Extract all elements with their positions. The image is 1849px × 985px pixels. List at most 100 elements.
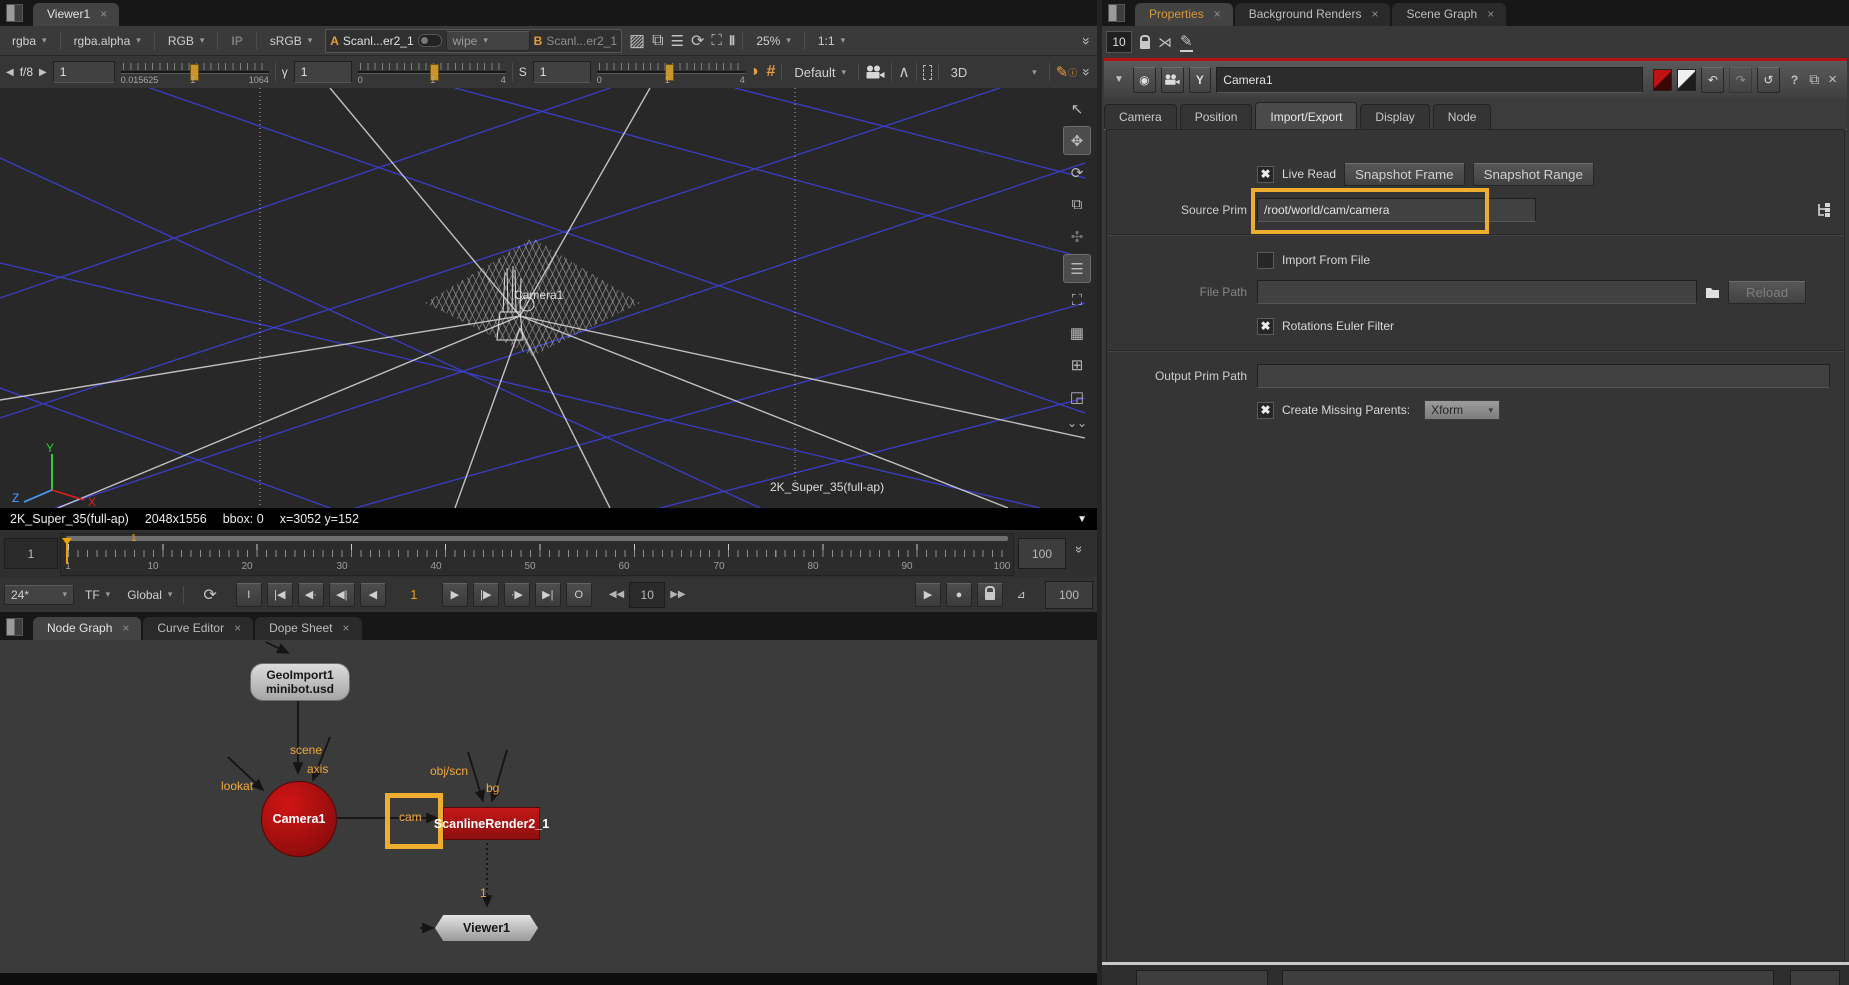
view-mode-dropdown[interactable]: 3D▾ [945, 63, 1043, 82]
panel-layout-icon[interactable] [6, 4, 23, 22]
play-button[interactable]: ▶ [442, 583, 468, 607]
xform-dropdown[interactable]: Xform ▾ [1424, 400, 1500, 420]
layer-dropdown[interactable]: rgba.alpha▾ [68, 32, 147, 50]
node-graph-canvas[interactable]: GeoImport1 minibot.usd scene axis lookat… [0, 640, 1097, 973]
translate-tool-icon[interactable]: ✥ [1063, 126, 1091, 155]
goto-start-button[interactable]: |◀ [267, 583, 293, 607]
fstop-label[interactable]: f/8 [20, 65, 33, 79]
node-name-field[interactable] [1216, 67, 1643, 93]
tab-dope-sheet[interactable]: Dope Sheet× [255, 617, 361, 640]
input-a-value[interactable]: Scanl...er2_1 [343, 34, 414, 48]
camera-icon[interactable] [865, 65, 885, 80]
step-forward-button[interactable]: |▶ [473, 583, 499, 607]
float-panel-icon[interactable]: ⧉ [1809, 71, 1819, 88]
frame-all-icon[interactable]: ⊞ [1063, 350, 1091, 379]
tab-close-icon[interactable]: × [100, 7, 107, 21]
flipbook-play-button[interactable]: ▶ [915, 583, 941, 607]
range-start-field[interactable]: 1 [4, 538, 58, 569]
jump-forward-icon[interactable]: ▶▶ [670, 589, 685, 600]
snapshot-frame-button[interactable]: Snapshot Frame [1344, 163, 1465, 186]
wireframe-grid-icon[interactable]: # [766, 63, 775, 81]
gain-input[interactable] [53, 61, 115, 83]
flipbook-record-button[interactable]: ● [946, 583, 972, 607]
viewer-lut-dropdown[interactable]: Default▾ [788, 63, 852, 82]
layout-grid-icon[interactable]: ▦ [1063, 318, 1091, 347]
viewer-3d-viewport[interactable]: Camera1 2K_Super_35(full-ap) Y X Z ↖ ✥ ⟳… [0, 88, 1097, 508]
wipe-dropdown[interactable]: wipe▾ [446, 31, 530, 51]
redo-button[interactable]: ↷ [1729, 67, 1752, 93]
display-channel-dropdown[interactable]: RGB▾ [162, 32, 211, 50]
zoom-level-dropdown[interactable]: 25%▾ [750, 32, 797, 50]
tab-background-renders[interactable]: Background Renders× [1235, 3, 1391, 26]
tab-position[interactable]: Position [1180, 104, 1253, 129]
timeline-chevron-icon[interactable]: » [1072, 546, 1087, 553]
timeline-scrollbar[interactable] [66, 536, 1008, 541]
proxy-toggle-icon[interactable]: ▨ [629, 31, 645, 51]
next-fstop-icon[interactable]: ▶ [39, 67, 47, 78]
panel-layout-icon[interactable] [1108, 4, 1125, 22]
saturation-slider[interactable]: 0 1 4 [597, 59, 745, 85]
grid-select-icon[interactable]: ◲ [1063, 382, 1091, 411]
sliders-tool-icon[interactable]: ☰ [1063, 254, 1091, 283]
frame-viewer-icon[interactable]: ⛶ [711, 32, 722, 49]
tab-scene-graph[interactable]: Scene Graph× [1392, 3, 1506, 26]
tf-dropdown[interactable]: TF▾ [79, 586, 116, 604]
pixel-aspect-dropdown[interactable]: 1:1▾ [812, 32, 851, 50]
current-frame[interactable]: 1 [391, 587, 437, 602]
tab-node[interactable]: Node [1433, 104, 1492, 129]
range-mode-dropdown[interactable]: Global▾ [121, 586, 178, 604]
gamma-input[interactable] [294, 61, 352, 83]
import-from-file-checkbox[interactable] [1257, 252, 1274, 269]
tab-close-icon[interactable]: × [343, 621, 350, 635]
tab-close-icon[interactable]: × [1487, 7, 1494, 21]
lock-range-button[interactable] [977, 583, 1003, 607]
tab-display[interactable]: Display [1360, 104, 1429, 129]
close-panel-icon[interactable]: × [1828, 71, 1837, 88]
gamma-slider[interactable]: 0 1 4 [358, 59, 506, 85]
tab-properties[interactable]: Properties× [1135, 3, 1233, 26]
step-back-button[interactable]: ◀| [329, 583, 355, 607]
rotations-checkbox[interactable]: ✖ [1257, 318, 1274, 335]
next-keyframe-button[interactable]: ·▶ [504, 583, 530, 607]
tab-close-icon[interactable]: × [234, 621, 241, 635]
collapse-panel-icon[interactable]: ▼ [1114, 74, 1124, 85]
play-backward-button[interactable]: ◀ [360, 583, 386, 607]
saturation-input[interactable] [533, 61, 591, 83]
tab-curve-editor[interactable]: Curve Editor× [143, 617, 253, 640]
output-prim-input[interactable] [1257, 364, 1830, 388]
range-end-field[interactable]: 100 [1018, 538, 1066, 569]
center-view-button[interactable]: ◉ [1133, 67, 1156, 93]
tab-viewer1[interactable]: Viewer1 × [33, 3, 119, 26]
node-color-swatch[interactable] [1653, 69, 1672, 91]
controls-button[interactable]: Y [1189, 67, 1212, 93]
gl-color-swatch[interactable] [1677, 69, 1696, 91]
tab-import-export[interactable]: Import/Export [1255, 102, 1357, 129]
input-process-toggle[interactable]: IP [225, 32, 248, 50]
headlamp-icon[interactable]: ◗ [751, 63, 761, 81]
tab-close-icon[interactable]: × [1371, 7, 1378, 21]
viewer-colorspace-dropdown[interactable]: sRGB▾ [264, 32, 319, 50]
refresh-icon[interactable]: ⟳ [691, 31, 704, 51]
max-panels-field[interactable]: 10 [1106, 31, 1132, 53]
playback-end-field[interactable]: 100 [1045, 581, 1093, 609]
tab-camera[interactable]: Camera [1104, 104, 1177, 129]
jump-back-icon[interactable]: ◀◀ [609, 589, 624, 600]
clear-panels-icon[interactable]: ⋊ [1158, 34, 1172, 51]
pause-icon[interactable]: Ⅱ [729, 33, 735, 49]
frame-increment-field[interactable]: 10 [629, 582, 665, 608]
goto-end-button[interactable]: ▶| [535, 583, 561, 607]
source-prim-input[interactable] [1257, 198, 1536, 222]
snapshot-range-button[interactable]: Snapshot Range [1473, 163, 1594, 186]
set-out-button[interactable]: O [566, 583, 592, 607]
selection-mode-icon[interactable] [923, 65, 932, 80]
tab-close-icon[interactable]: × [1214, 7, 1221, 21]
channels-dropdown[interactable]: rgba▾ [6, 32, 53, 50]
info-bar-dropdown-icon[interactable]: ▼ [1077, 514, 1087, 525]
collapse-toolbar-icon[interactable]: ⌄⌄ [1063, 414, 1091, 432]
color-sample-icon[interactable]: ✎ⓘ [1056, 63, 1078, 81]
fit-selection-icon[interactable]: ⛶ [1063, 286, 1091, 315]
undo-button[interactable]: ↶ [1701, 67, 1724, 93]
tab-close-icon[interactable]: × [122, 621, 129, 635]
hierarchy-tool-icon[interactable]: ⧉ [1063, 190, 1091, 219]
reload-button[interactable]: Reload [1728, 281, 1806, 304]
